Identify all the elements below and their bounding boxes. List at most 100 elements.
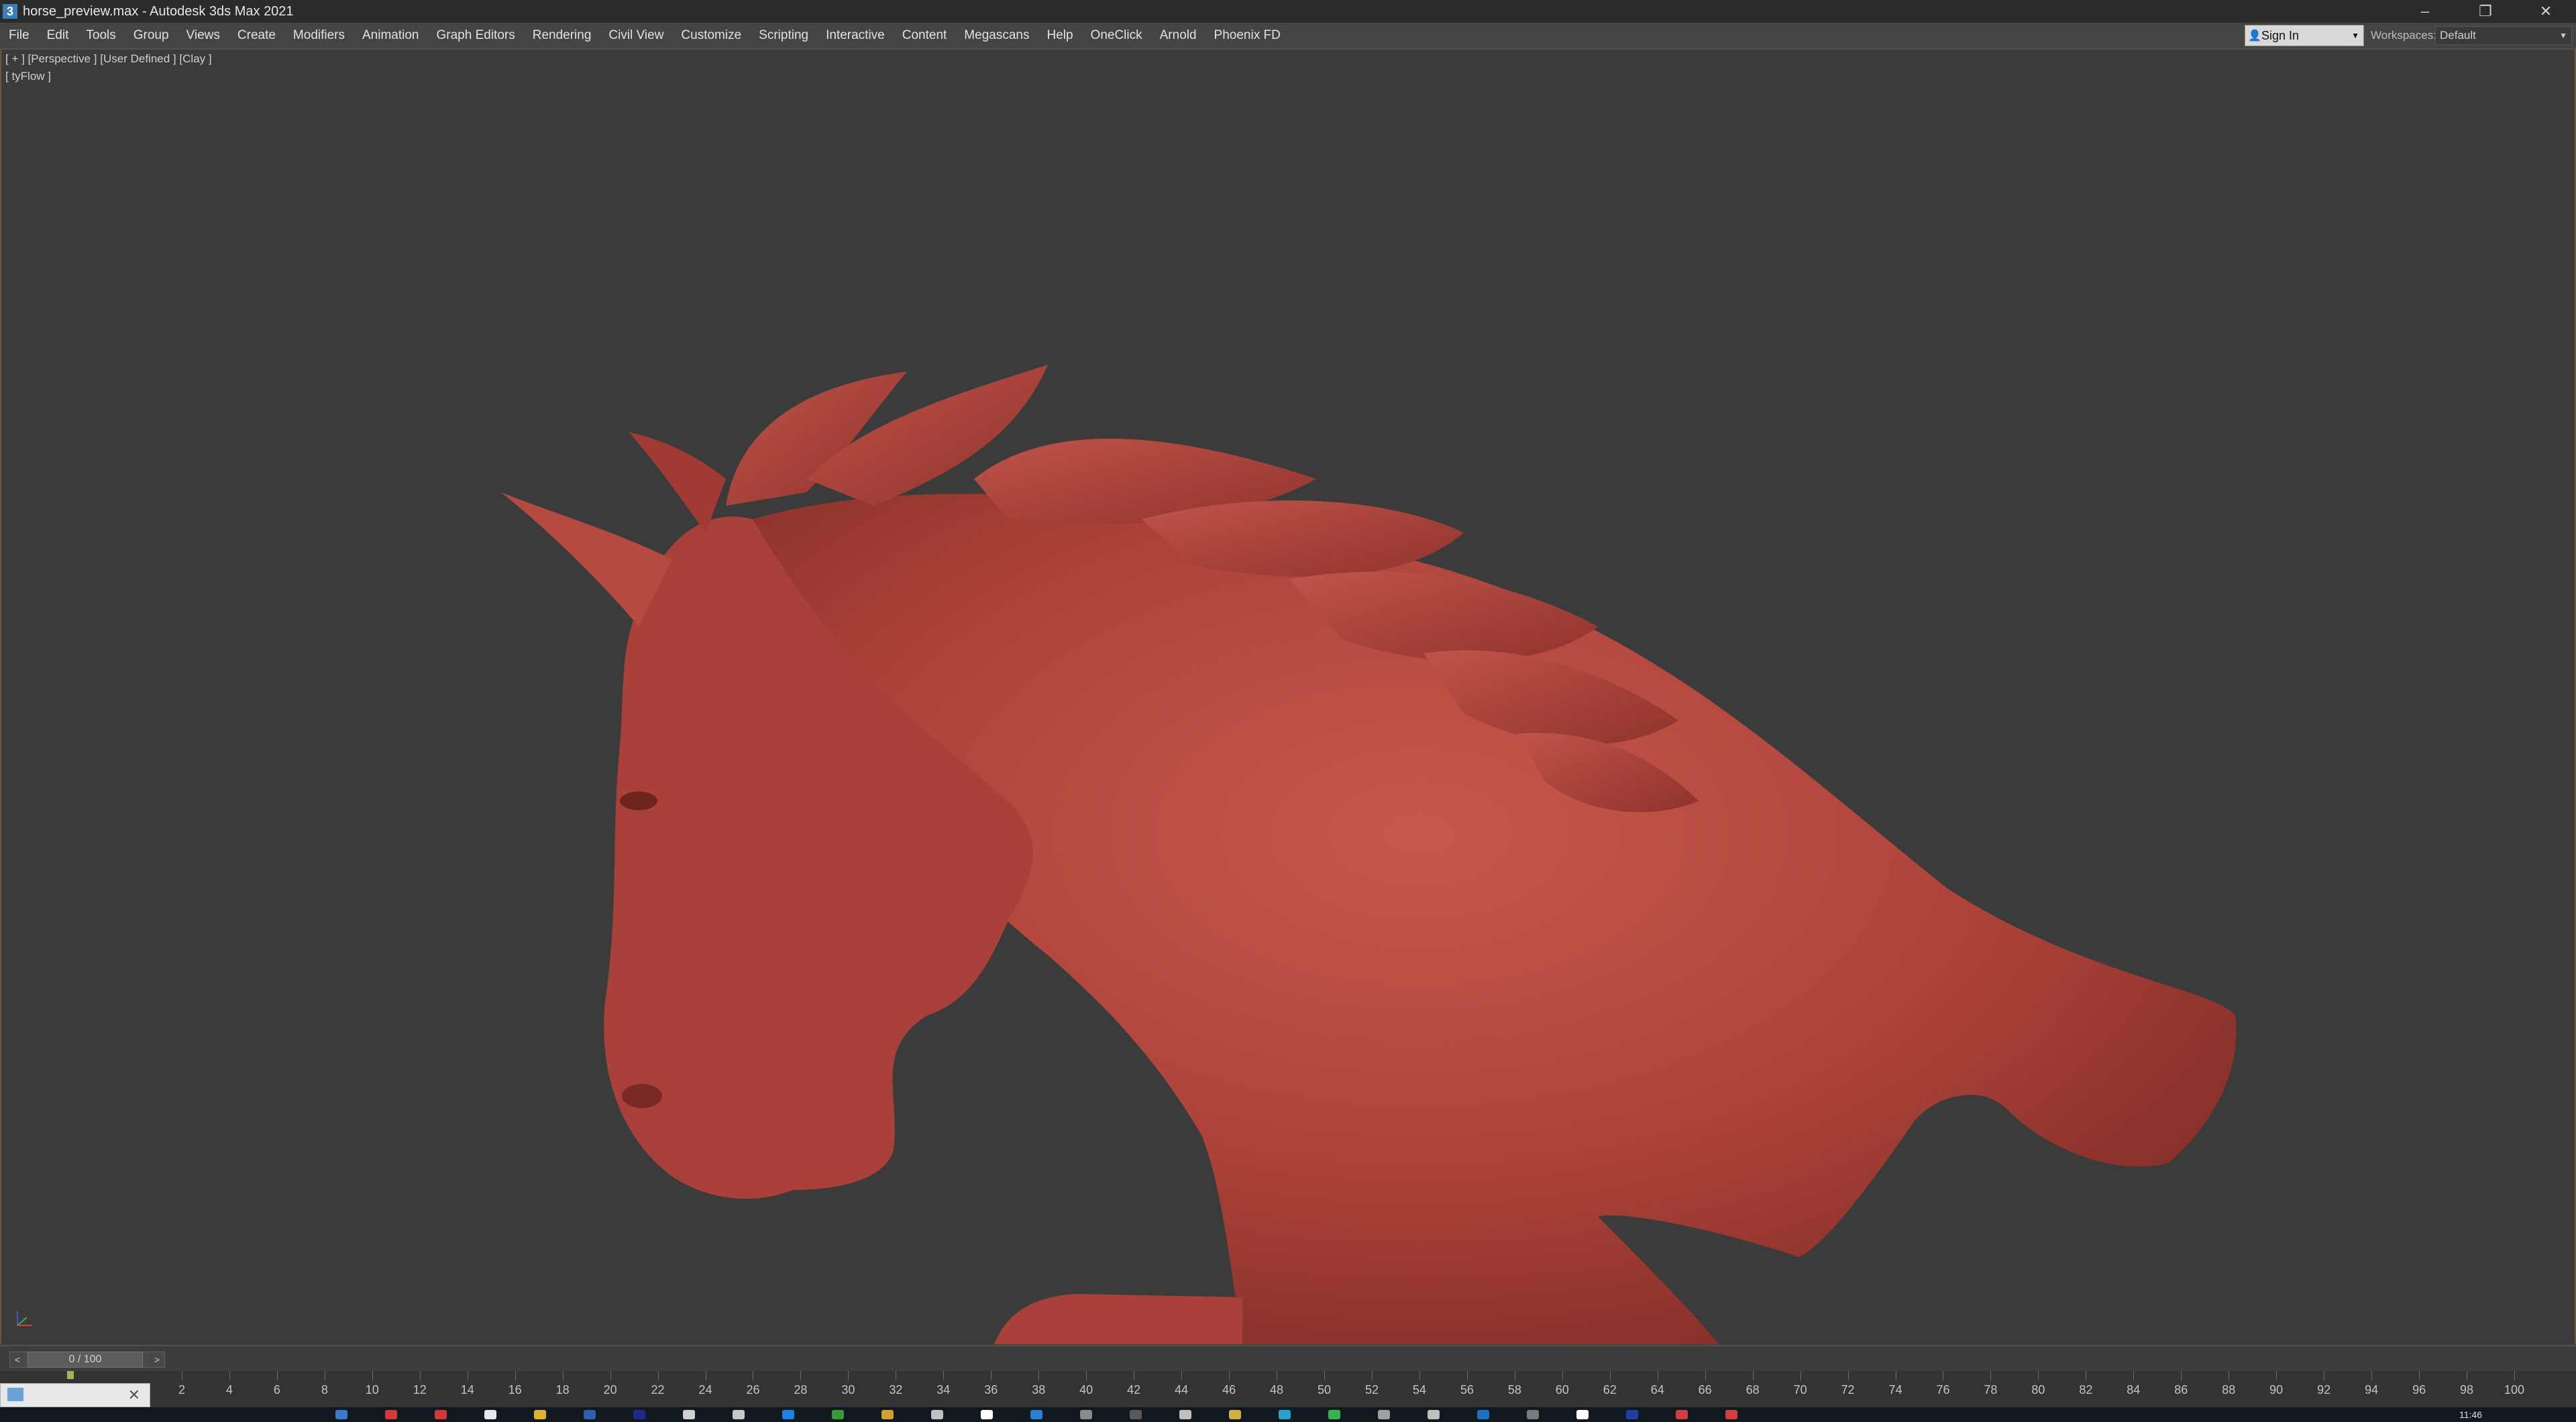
taskbar-app-icon[interactable] [1576, 1410, 1589, 1419]
frame-tick-label: 26 [746, 1383, 760, 1397]
menu-rendering[interactable]: Rendering [524, 23, 600, 48]
menu-edit[interactable]: Edit [38, 23, 78, 48]
taskbar-app-icon[interactable] [385, 1410, 397, 1419]
taskbar-app-icon[interactable] [584, 1410, 596, 1419]
perspective-viewport[interactable]: [ + ] [Perspective ] [User Defined ] [Cl… [0, 50, 2576, 1344]
frame-tick [1752, 1371, 1754, 1380]
frame-tick [2276, 1371, 2277, 1380]
taskbar-app-icon[interactable] [534, 1410, 546, 1419]
frame-tick [2181, 1371, 2182, 1380]
horse-ear-right [629, 432, 726, 533]
taskbar-app-icon[interactable] [1030, 1410, 1042, 1419]
chevron-down-icon: ▼ [2351, 31, 2359, 40]
taskbar-app-icon[interactable] [1130, 1410, 1142, 1419]
taskbar-app-icon[interactable] [335, 1410, 347, 1419]
frame-tick [1562, 1371, 1563, 1380]
menu-scripting[interactable]: Scripting [750, 23, 817, 48]
taskbar-app-icon[interactable] [1725, 1410, 1737, 1419]
taskbar-app-icon[interactable] [1477, 1410, 1489, 1419]
frame-tick [1229, 1371, 1230, 1380]
horse-model[interactable] [1, 50, 2575, 1344]
menu-tools[interactable]: Tools [77, 23, 124, 48]
menu-interactive[interactable]: Interactive [817, 23, 894, 48]
taskbar-app-icon[interactable] [484, 1410, 496, 1419]
sign-in-dropdown[interactable]: 👤 Sign In ▼ [2245, 25, 2364, 46]
taskbar-app-icon[interactable] [1328, 1410, 1340, 1419]
taskbar-app-icon[interactable] [1676, 1410, 1688, 1419]
prev-frame-button[interactable]: < [10, 1352, 25, 1367]
menu-animation[interactable]: Animation [354, 23, 428, 48]
frame-tick-label: 28 [794, 1383, 808, 1397]
taskbar-app-icon[interactable] [832, 1410, 844, 1419]
menu-civil-view[interactable]: Civil View [600, 23, 672, 48]
restore-button[interactable]: ❐ [2455, 0, 2516, 23]
close-button[interactable]: ✕ [2516, 0, 2576, 23]
menu-modifiers[interactable]: Modifiers [284, 23, 354, 48]
frame-tick-label: 34 [936, 1383, 951, 1397]
menu-create[interactable]: Create [229, 23, 284, 48]
frame-tick-label: 64 [1650, 1383, 1664, 1397]
viewport-label-menu[interactable]: [ + ] [Perspective ] [User Defined ] [Cl… [5, 52, 212, 66]
os-taskbar: 11:46 [0, 1407, 2576, 1422]
frame-tick [419, 1371, 421, 1380]
taskbar-app-icon[interactable] [1229, 1410, 1241, 1419]
frame-tick-label: 88 [2222, 1383, 2236, 1397]
taskbar-app-icon[interactable] [1378, 1410, 1390, 1419]
frame-tick [2038, 1371, 2039, 1380]
frame-tick-label: 84 [2127, 1383, 2141, 1397]
frame-tick [1086, 1371, 1087, 1380]
next-frame-button[interactable]: > [150, 1352, 164, 1367]
menu-customize[interactable]: Customize [672, 23, 750, 48]
menu-arnold[interactable]: Arnold [1151, 23, 1205, 48]
time-cursor-marker[interactable] [67, 1371, 74, 1379]
taskbar-app-icon[interactable] [1279, 1410, 1291, 1419]
menu-group[interactable]: Group [125, 23, 178, 48]
viewport-label-tyflow[interactable]: [ tyFlow ] [5, 70, 51, 83]
minimize-button[interactable]: – [2395, 0, 2455, 23]
menu-phoenix-fd[interactable]: Phoenix FD [1205, 23, 1289, 48]
taskbar-app-icon[interactable] [881, 1410, 894, 1419]
menu-content[interactable]: Content [894, 23, 956, 48]
taskbar-app-icon[interactable] [435, 1410, 447, 1419]
frame-tick [1324, 1371, 1325, 1380]
taskbar-app-icon[interactable] [782, 1410, 794, 1419]
taskbar-app-icon[interactable] [1080, 1410, 1092, 1419]
taskbar-app-icon[interactable] [633, 1410, 645, 1419]
frame-tick [229, 1371, 230, 1380]
menu-megascans[interactable]: Megascans [955, 23, 1038, 48]
frame-tick-label: 44 [1175, 1383, 1189, 1397]
frame-tick-label: 66 [1698, 1383, 1712, 1397]
frame-tick-label: 38 [1032, 1383, 1046, 1397]
menu-graph-editors[interactable]: Graph Editors [428, 23, 524, 48]
frame-tick-label: 76 [1936, 1383, 1950, 1397]
listener-icon [7, 1388, 23, 1401]
time-slider-thumb[interactable]: 0 / 100 [28, 1352, 143, 1368]
taskbar-app-icon[interactable] [1626, 1410, 1638, 1419]
time-slider[interactable]: < 0 / 100 > [9, 1352, 165, 1368]
taskbar-app-icon[interactable] [733, 1410, 745, 1419]
frame-tick [657, 1371, 659, 1380]
frame-tick [2371, 1371, 2373, 1380]
frame-tick-label: 74 [1888, 1383, 1902, 1397]
close-icon[interactable]: ✕ [128, 1386, 140, 1404]
track-bar[interactable]: 2 4 6 8 10 12 14 16 18 20 22 24 26 28 30 32 34 36 38 40 42 44… [0, 1371, 2576, 1407]
maxscript-listener-strip[interactable]: ✕ [0, 1383, 150, 1407]
menu-help[interactable]: Help [1038, 23, 1081, 48]
frame-tick [943, 1371, 945, 1380]
frame-tick-label: 92 [2317, 1383, 2331, 1397]
menu-file[interactable]: File [0, 23, 38, 48]
frame-ruler: 2 4 6 8 10 12 14 16 18 20 22 24 26 28 30 32 34 36 38 40 42 44… [0, 1371, 2528, 1407]
taskbar-app-icon[interactable] [981, 1410, 993, 1419]
taskbar-app-icon[interactable] [683, 1410, 695, 1419]
frame-tick [1466, 1371, 1468, 1380]
frame-tick [2133, 1371, 2135, 1380]
app-icon[interactable]: 3 [3, 4, 17, 19]
taskbar-app-icon[interactable] [931, 1410, 943, 1419]
taskbar-app-icon[interactable] [1527, 1410, 1539, 1419]
taskbar-app-icon[interactable] [1179, 1410, 1191, 1419]
taskbar-app-icon[interactable] [1428, 1410, 1440, 1419]
frame-tick-label: 2 [178, 1383, 185, 1397]
menu-views[interactable]: Views [178, 23, 229, 48]
workspaces-dropdown[interactable]: Default ▼ [2435, 26, 2572, 45]
menu-oneclick[interactable]: OneClick [1082, 23, 1151, 48]
